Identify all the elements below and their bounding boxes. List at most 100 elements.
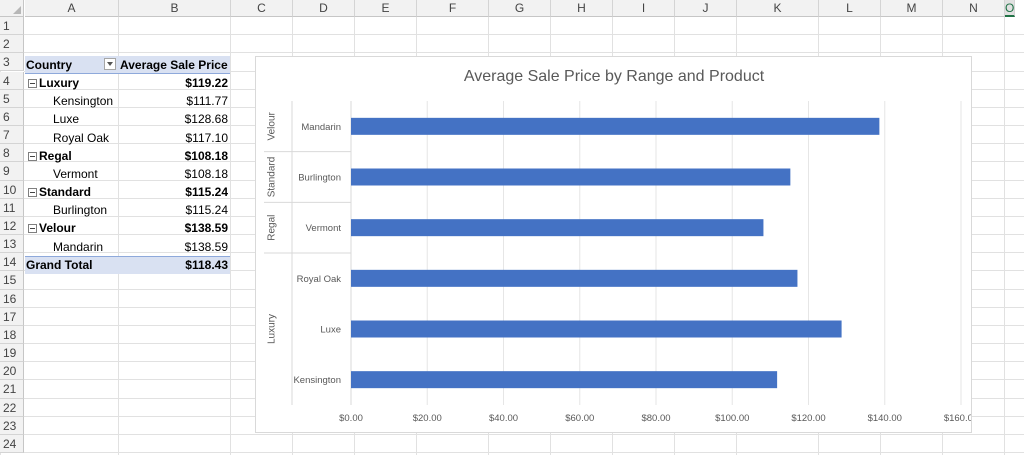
bar[interactable] bbox=[351, 320, 842, 338]
x-tick-label: $40.00 bbox=[489, 413, 518, 424]
chart-title: Average Sale Price by Range and Product bbox=[464, 68, 765, 85]
row-header-24[interactable]: 24 bbox=[0, 434, 24, 454]
row-header-20[interactable]: 20 bbox=[0, 362, 24, 381]
collapse-toggle-regal[interactable] bbox=[28, 151, 37, 161]
column-header-d[interactable]: D bbox=[293, 0, 355, 17]
group-label: Regal bbox=[39, 148, 72, 163]
row-header-7[interactable]: 7 bbox=[0, 126, 24, 145]
column-header-e[interactable]: E bbox=[355, 0, 417, 17]
item-label: Vermont bbox=[53, 166, 98, 181]
item-value: $117.10 bbox=[185, 130, 229, 145]
row-header-13[interactable]: 13 bbox=[0, 235, 24, 254]
category-label: Kensington bbox=[293, 375, 341, 386]
group-value: $138.59 bbox=[184, 221, 228, 236]
row-header-12[interactable]: 12 bbox=[0, 216, 24, 236]
group-label: Velour bbox=[39, 221, 76, 236]
column-header-i[interactable]: I bbox=[613, 0, 675, 17]
grand-total-value: $118.43 bbox=[185, 258, 228, 272]
bar[interactable] bbox=[351, 371, 778, 389]
filter-dropdown-button[interactable] bbox=[104, 58, 116, 70]
row-header-22[interactable]: 22 bbox=[0, 398, 24, 417]
category-label: Luxe bbox=[320, 325, 341, 336]
row-header-10[interactable]: 10 bbox=[0, 180, 24, 199]
x-tick-label: $60.00 bbox=[565, 413, 594, 424]
x-tick-label: $0.00 bbox=[339, 413, 363, 424]
x-tick-label: $20.00 bbox=[413, 413, 442, 424]
row-header-17[interactable]: 17 bbox=[0, 307, 24, 326]
item-label: Luxe bbox=[53, 112, 80, 127]
group-label: Luxury bbox=[267, 314, 278, 344]
pivot-header-country: Country bbox=[26, 58, 72, 72]
group-label: Standard bbox=[39, 185, 92, 200]
column-header-l[interactable]: L bbox=[819, 0, 881, 17]
column-header-o[interactable]: O bbox=[1005, 0, 1016, 17]
x-tick-label: $120.00 bbox=[791, 413, 825, 424]
item-label: Royal Oak bbox=[53, 130, 110, 145]
column-header-k[interactable]: K bbox=[737, 0, 819, 17]
row-header-18[interactable]: 18 bbox=[0, 325, 24, 345]
row-gridline bbox=[24, 433, 1024, 435]
column-gridline bbox=[1004, 17, 1005, 455]
column-gridline bbox=[118, 17, 119, 455]
row-header-3[interactable]: 3 bbox=[0, 53, 24, 72]
group-value: $108.18 bbox=[184, 148, 228, 163]
collapse-toggle-standard[interactable] bbox=[28, 188, 37, 198]
row-header-14[interactable]: 14 bbox=[0, 253, 24, 272]
x-tick-label: $80.00 bbox=[641, 413, 670, 424]
collapse-toggle-velour[interactable] bbox=[28, 224, 37, 234]
column-header-f[interactable]: F bbox=[417, 0, 489, 17]
group-value: $115.24 bbox=[185, 185, 228, 200]
bar[interactable] bbox=[351, 168, 791, 186]
bar[interactable] bbox=[351, 117, 880, 135]
bar[interactable] bbox=[351, 219, 764, 237]
row-header-4[interactable]: 4 bbox=[0, 71, 24, 90]
bar-chart[interactable]: Average Sale Price by Range and Product … bbox=[255, 56, 978, 433]
item-label: Mandarin bbox=[53, 239, 104, 254]
row-header-1[interactable]: 1 bbox=[0, 17, 24, 36]
row-header-19[interactable]: 19 bbox=[0, 344, 24, 363]
row-header-8[interactable]: 8 bbox=[0, 144, 24, 163]
column-header-a[interactable]: A bbox=[25, 0, 119, 17]
row-gridline bbox=[24, 52, 1024, 54]
item-value: $115.24 bbox=[185, 203, 229, 218]
select-all-corner[interactable] bbox=[0, 0, 24, 17]
category-label: Royal Oak bbox=[297, 274, 342, 285]
column-header-b[interactable]: B bbox=[119, 0, 231, 17]
column-header-h[interactable]: H bbox=[551, 0, 613, 17]
row-header-11[interactable]: 11 bbox=[0, 198, 24, 217]
row-gridline bbox=[24, 452, 1024, 454]
category-label: Mandarin bbox=[301, 122, 341, 133]
x-tick-label: $100.00 bbox=[715, 413, 749, 424]
row-header-9[interactable]: 9 bbox=[0, 162, 24, 181]
column-header-c[interactable]: C bbox=[231, 0, 293, 17]
bar[interactable] bbox=[351, 269, 798, 287]
row-header-6[interactable]: 6 bbox=[0, 107, 24, 126]
item-value: $138.59 bbox=[184, 239, 228, 254]
x-tick-label: $160.00 bbox=[944, 413, 971, 424]
row-header-2[interactable]: 2 bbox=[0, 35, 24, 54]
column-gridline bbox=[230, 17, 231, 455]
pivot-header-price: Average Sale Price bbox=[120, 58, 228, 72]
row-header-23[interactable]: 23 bbox=[0, 416, 24, 435]
row-header-15[interactable]: 15 bbox=[0, 271, 24, 290]
column-header-j[interactable]: J bbox=[675, 0, 737, 17]
category-label: Burlington bbox=[298, 173, 341, 184]
group-value: $119.22 bbox=[185, 76, 228, 90]
group-label: Luxury bbox=[39, 76, 80, 90]
collapse-toggle-luxury[interactable] bbox=[28, 79, 37, 88]
column-header-g[interactable]: G bbox=[489, 0, 551, 17]
column-header-n[interactable]: N bbox=[943, 0, 1005, 17]
item-value: $108.18 bbox=[184, 166, 228, 181]
group-label: Velour bbox=[267, 111, 278, 140]
row-gridline bbox=[24, 34, 1024, 36]
grand-total-label: Grand Total bbox=[26, 258, 93, 272]
row-header-5[interactable]: 5 bbox=[0, 89, 24, 108]
category-label: Vermont bbox=[306, 223, 342, 234]
chart-canvas: Average Sale Price by Range and Product … bbox=[264, 68, 978, 424]
item-value: $128.68 bbox=[184, 112, 228, 127]
row-header-21[interactable]: 21 bbox=[0, 380, 24, 399]
row-header-16[interactable]: 16 bbox=[0, 289, 24, 308]
item-label: Burlington bbox=[53, 203, 108, 218]
column-header-m[interactable]: M bbox=[881, 0, 943, 17]
x-tick-label: $140.00 bbox=[868, 413, 902, 424]
